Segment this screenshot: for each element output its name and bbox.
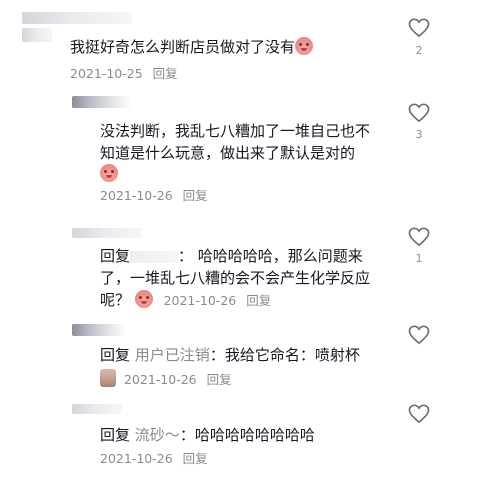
comment-meta: 2021-10-25 回复 [70, 65, 178, 83]
laughing-face-emoji-icon [134, 290, 153, 308]
comment-text-line2: 知道是什么玩意，做出来了默认是对的 [100, 144, 356, 162]
comment-meta: 2021-10-26 回复 [164, 293, 272, 308]
comment-text-line2: 了，一堆乱七八糟的会不会产生化学反应 [100, 269, 371, 287]
heart-outline-icon[interactable] [408, 404, 430, 424]
like-count: 2 [415, 44, 423, 57]
comment-date: 2021-10-26 [100, 451, 173, 466]
comment-meta: 2021-10-26 回复 [100, 450, 208, 468]
laughing-face-emoji-icon [100, 164, 118, 182]
reply-prefix: 回复 [100, 346, 131, 364]
comment-text-line1: 没法判断，我乱七八糟加了一堆自己也不 [100, 122, 371, 140]
comment-1: 我挺好奇怎么判断店员做对了没有 2021-10-25 回复 2 [0, 0, 480, 90]
reply-button[interactable]: 回复 [246, 293, 271, 308]
like-count: 3 [415, 128, 423, 141]
comment-date: 2021-10-26 [100, 188, 173, 203]
portrait-emoji-icon [100, 369, 116, 387]
reply-prefix: 回复 [100, 247, 131, 265]
reply-target-name[interactable]: 流砂～ [135, 426, 180, 444]
username-redacted[interactable] [22, 12, 132, 24]
comment-date: 2021-10-25 [70, 66, 143, 81]
username-redacted[interactable] [72, 324, 127, 336]
heart-outline-icon[interactable] [408, 103, 430, 123]
comment-text: 我挺好奇怎么判断店员做对了没有 [70, 36, 314, 58]
comment-meta: 2021-10-26 回复 [100, 369, 232, 389]
username-redacted[interactable] [72, 96, 132, 108]
username-redacted[interactable] [72, 228, 142, 238]
comment-text-line1: 回复： 哈哈哈哈哈，那么问题来 [100, 247, 363, 265]
username-redacted[interactable] [72, 404, 122, 414]
comment-date: 2021-10-26 [123, 372, 197, 387]
reply-button[interactable]: 回复 [153, 66, 178, 81]
comment-date: 2021-10-26 [163, 293, 237, 308]
comment-meta: 2021-10-26 回复 [100, 187, 208, 205]
reply-button[interactable]: 回复 [207, 372, 232, 387]
heart-outline-icon[interactable] [408, 325, 430, 345]
heart-outline-icon[interactable] [408, 18, 430, 38]
reply-prefix: 回复 [100, 426, 131, 444]
like-count: 1 [415, 252, 423, 265]
comment-text: 回复 用户已注销：我给它命名：喷射杯 [100, 346, 360, 364]
avatar-redacted[interactable] [22, 28, 52, 42]
comment-text-line3: 呢？ 2021-10-26 回复 [100, 290, 272, 309]
comment-emoji-line [100, 163, 118, 185]
heart-outline-icon[interactable] [408, 227, 430, 247]
comment-text: 回复 流砂～：哈哈哈哈哈哈哈哈 [100, 426, 315, 444]
reply-button[interactable]: 回复 [183, 451, 208, 466]
reply-target-redacted[interactable] [130, 250, 179, 263]
reply-target-name[interactable]: 用户已注销 [135, 346, 210, 364]
reply-button[interactable]: 回复 [183, 188, 208, 203]
laughing-face-emoji-icon [295, 37, 314, 55]
